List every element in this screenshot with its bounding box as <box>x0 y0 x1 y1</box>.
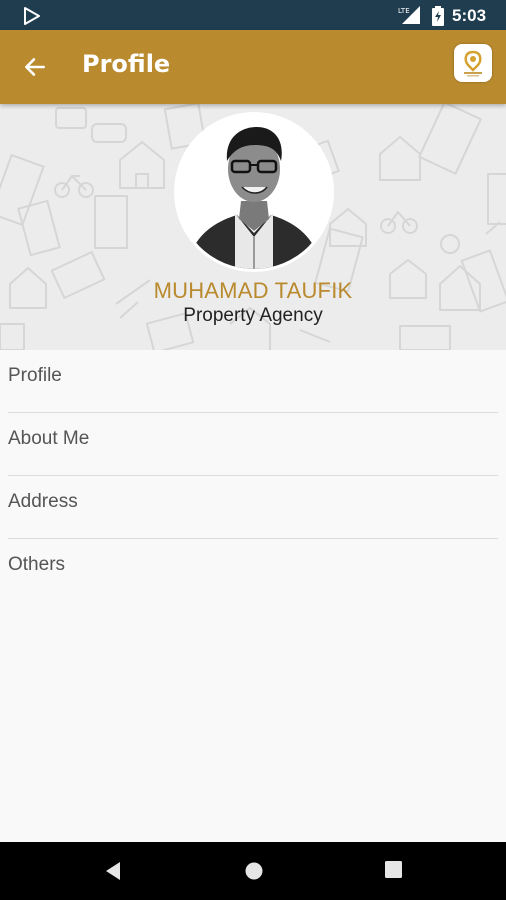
status-bar: LTE 5:03 <box>0 0 506 30</box>
back-arrow-icon[interactable] <box>22 54 48 80</box>
profile-name: MUHAMAD TAUFIK <box>153 278 353 303</box>
nav-recents-icon[interactable] <box>385 861 402 878</box>
nav-home-icon[interactable] <box>244 861 264 881</box>
menu-item-address[interactable]: Address <box>8 476 498 539</box>
system-navigation-bar <box>0 842 506 900</box>
battery-icon <box>432 6 444 26</box>
app-bar: Profile <box>0 30 506 104</box>
page-title: Profile <box>82 50 171 78</box>
brand-logo <box>454 44 492 82</box>
menu-item-label: Others <box>8 554 66 575</box>
menu-item-label: Address <box>8 491 78 512</box>
nav-back-icon[interactable] <box>104 861 122 881</box>
profile-subtitle: Property Agency <box>183 305 323 326</box>
play-store-icon <box>24 7 40 25</box>
svg-text:LTE: LTE <box>398 7 410 15</box>
profile-menu: Profile About Me Address Others <box>0 350 506 602</box>
profile-header: MUHAMAD TAUFIK Property Agency <box>0 104 506 350</box>
lte-signal-icon: LTE <box>398 6 420 24</box>
menu-item-label: Profile <box>8 365 62 386</box>
menu-item-others[interactable]: Others <box>8 539 498 602</box>
clock: 5:03 <box>452 6 487 25</box>
menu-item-profile[interactable]: Profile <box>8 350 498 413</box>
menu-item-label: About Me <box>8 428 90 449</box>
menu-item-about-me[interactable]: About Me <box>8 413 498 476</box>
profile-avatar <box>174 112 334 272</box>
